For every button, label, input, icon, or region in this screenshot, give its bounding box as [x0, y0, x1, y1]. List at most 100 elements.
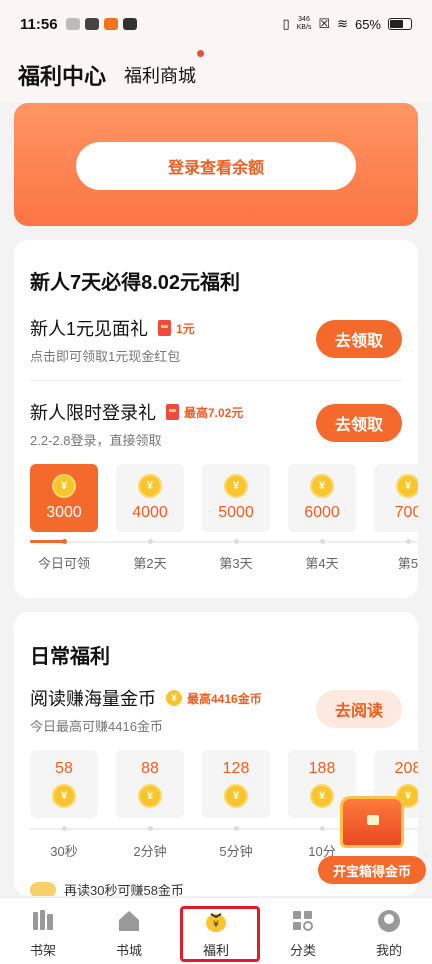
task-newbie-gift-title: 新人1元见面礼	[30, 319, 149, 339]
progress-dot	[234, 826, 239, 831]
treasure-chest-widget[interactable]: 开宝箱得金币	[318, 796, 426, 886]
tab-welfare-mall-label: 福利商城	[124, 66, 197, 86]
task-login-gift-sub: 2.2-2.8登录，直接领取	[30, 433, 162, 448]
red-packet-icon	[166, 404, 179, 420]
vibrate-icon: ▯	[282, 16, 290, 31]
category-icon	[293, 911, 313, 931]
go-read-button[interactable]: 去阅读	[316, 690, 402, 728]
coin-icon: ¥	[396, 474, 418, 498]
status-right: ▯ 346 KB/s ☒ ≋ 65%	[282, 16, 412, 32]
profile-icon	[378, 910, 400, 932]
read-step-tile[interactable]: 128 ¥	[202, 750, 270, 818]
wifi-icon: ≋	[337, 16, 348, 31]
nav-bookstore[interactable]: 书城	[99, 908, 159, 959]
sim-icon: ☒	[318, 16, 331, 31]
day-tile-4[interactable]: ¥ 6000	[288, 464, 356, 532]
day-label: 第5	[397, 556, 418, 571]
task-newbie-gift-reward: 1元	[176, 321, 195, 336]
day-amount: 5000	[218, 504, 254, 521]
step-amount: 128	[222, 760, 250, 777]
nav-mine[interactable]: 我的	[359, 908, 419, 959]
progress-dot	[406, 539, 411, 544]
day-label: 今日可领	[37, 556, 90, 571]
divider	[30, 380, 402, 381]
task-login-gift-title: 新人限时登录礼	[30, 403, 156, 423]
welfare-tab-highlight	[180, 906, 260, 962]
nav-bookstore-label: 书城	[115, 943, 142, 958]
progress-dot	[62, 539, 67, 544]
day-tile-1[interactable]: ¥ 3000	[30, 464, 98, 532]
task-read-reward: 最高4416金币	[187, 691, 262, 706]
coin-icon: ¥	[224, 474, 248, 498]
step-amount: 188	[308, 760, 336, 777]
page-header: 福利中心 福利商城	[0, 48, 432, 102]
battery-icon	[388, 18, 412, 30]
task-login-gift: 新人限时登录礼 最高7.02元	[30, 399, 243, 425]
day-label: 第3天	[219, 556, 253, 571]
read-step-tile[interactable]: 88 ¥	[116, 750, 184, 818]
progress-dot	[62, 826, 67, 831]
claim-login-gift-button[interactable]: 去领取	[316, 404, 402, 442]
day-amount: 700	[394, 504, 418, 521]
app-notification-icon	[65, 18, 80, 30]
task-newbie-gift-sub: 点击即可领取1元现金红包	[30, 349, 181, 364]
day-tile-2[interactable]: ¥ 4000	[116, 464, 184, 532]
progress-dot	[148, 539, 153, 544]
nav-bookshelf[interactable]: 书架	[13, 908, 73, 959]
nav-category-label: 分类	[289, 943, 316, 958]
progress-fill	[30, 540, 64, 543]
day-amount: 3000	[46, 504, 82, 521]
read-tip: 再读30秒可赚58金币	[30, 880, 184, 896]
task-login-gift-reward: 最高7.02元	[184, 405, 244, 420]
tab-welfare-mall[interactable]: 福利商城	[124, 50, 205, 88]
speed-unit: KB/s	[296, 24, 312, 31]
daily-title: 日常福利	[30, 646, 110, 668]
page-title: 福利中心	[18, 64, 107, 89]
status-bar: 11:56 ▯ 346 KB/s ☒ ≋ 65%	[0, 0, 432, 48]
task-read-sub: 今日最高可赚4416金币	[30, 719, 163, 734]
read-tip-text: 再读30秒可赚58金币	[64, 883, 184, 896]
coin-icon: ¥	[138, 784, 162, 808]
nav-bookshelf-label: 书架	[29, 943, 56, 958]
coin-icon: ¥	[166, 690, 182, 706]
step-label: 30秒	[50, 844, 78, 859]
day-label: 第2天	[133, 556, 167, 571]
nav-mine-label: 我的	[375, 943, 402, 958]
coin-icon: ¥	[138, 474, 162, 498]
bookstore-icon	[119, 911, 139, 931]
progress-track	[30, 541, 418, 543]
network-speed: 346 KB/s	[297, 16, 312, 32]
speed-value: 346	[298, 16, 310, 23]
read-step-tile[interactable]: 58 ¥	[30, 750, 98, 818]
play-notification-icon	[122, 18, 137, 30]
status-time: 11:56	[20, 15, 58, 33]
day-tile-5[interactable]: ¥ 700	[374, 464, 418, 532]
progress-dot	[320, 539, 325, 544]
red-packet-icon	[158, 320, 172, 336]
step-amount: 88	[141, 760, 159, 777]
claim-newbie-gift-button[interactable]: 去领取	[316, 320, 402, 358]
login-banner: 登录查看余额	[14, 103, 418, 226]
step-label: 2分钟	[133, 844, 167, 859]
day-tile-3[interactable]: ¥ 5000	[202, 464, 270, 532]
step-amount: 208	[394, 760, 418, 777]
day-reward-tiles: ¥ 3000 ¥ 4000 ¥ 5000 ¥ 6000 ¥ 700	[30, 464, 418, 536]
day-amount: 4000	[132, 504, 168, 521]
coin-icon: ¥	[224, 784, 248, 808]
progress-dot	[148, 826, 153, 831]
notification-icons	[65, 18, 137, 30]
app-notification-icon	[103, 18, 118, 30]
coin-icon: ¥	[310, 474, 334, 498]
step-label: 5分钟	[219, 844, 253, 859]
task-read-title: 阅读赚海量金币	[30, 689, 156, 709]
nav-category[interactable]: 分类	[273, 908, 333, 959]
coin-icon: ¥	[52, 784, 76, 808]
new-dot-badge	[197, 50, 205, 57]
task-newbie-gift: 新人1元见面礼 1元	[30, 315, 195, 341]
treasure-chest-label: 开宝箱得金币	[318, 856, 426, 884]
coin-icon: ¥	[52, 474, 76, 498]
battery-percent: 65%	[354, 16, 381, 32]
login-view-balance-button[interactable]: 登录查看余额	[76, 142, 356, 190]
coins-icon	[30, 881, 56, 896]
app-notification-icon	[84, 18, 99, 30]
